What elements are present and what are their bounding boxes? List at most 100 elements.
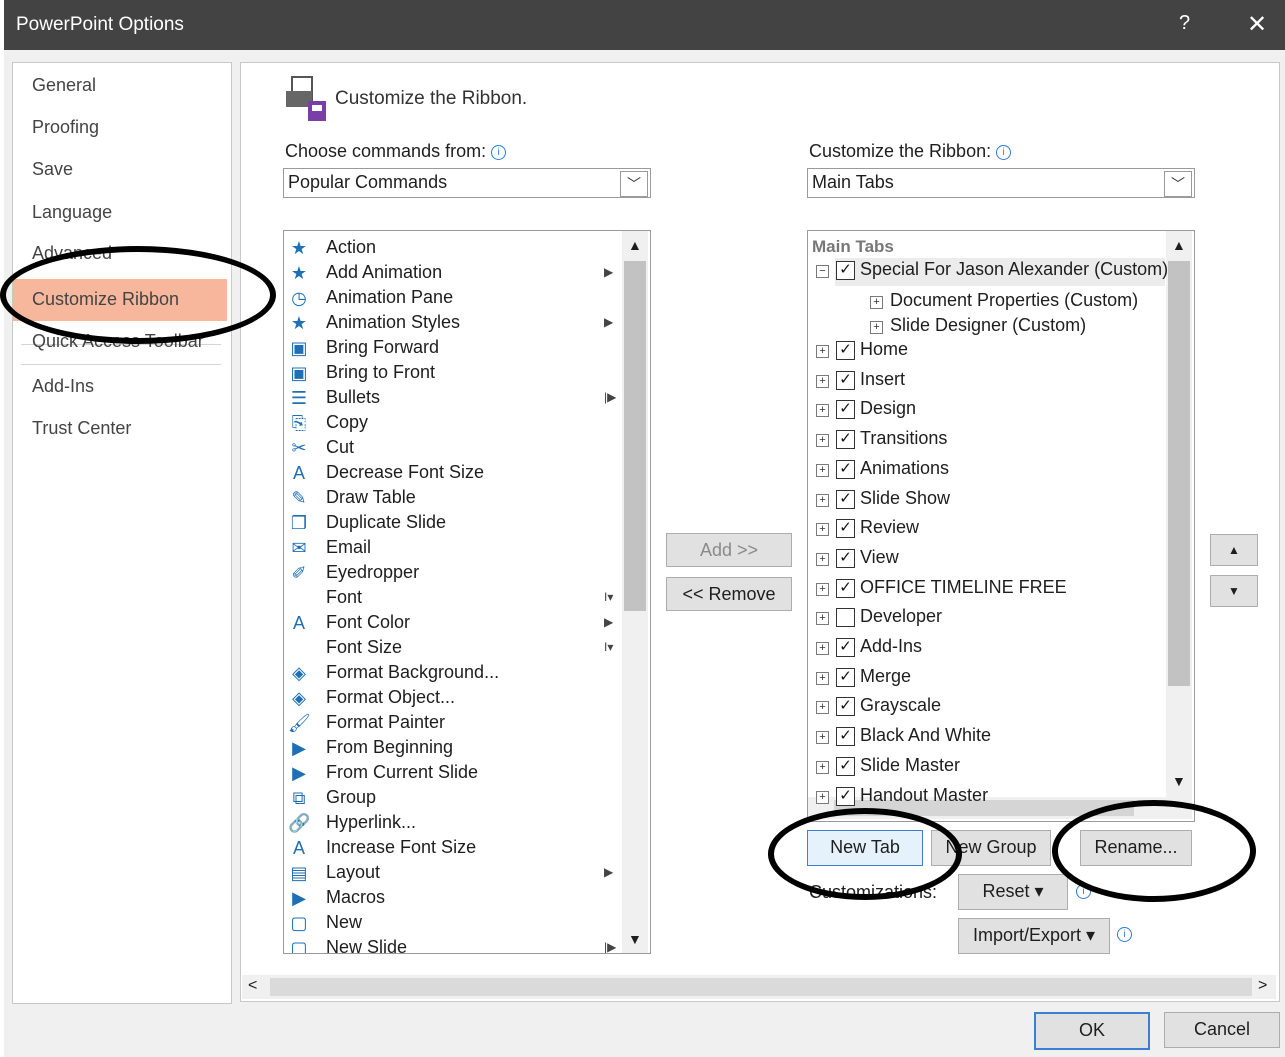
expand-icon[interactable]: +: [816, 612, 829, 626]
commands-list[interactable]: ▲ ▼ ★ Action ★ Add Animation ▶ ◷ Animation Pan…: [283, 230, 651, 954]
tab-checkbox[interactable]: ✓: [836, 548, 855, 568]
move-down-button[interactable]: ▼: [1210, 575, 1258, 607]
tab-checkbox[interactable]: ✓: [836, 261, 855, 280]
nav-item-add-ins[interactable]: Add-Ins: [32, 376, 94, 397]
command-item[interactable]: Duplicate Slide: [326, 512, 446, 533]
tree-item-developer[interactable]: Developer: [860, 606, 942, 627]
command-item[interactable]: Format Painter: [326, 712, 445, 733]
tree-item-slide-master[interactable]: Slide Master: [860, 755, 960, 776]
nav-item-trust-center[interactable]: Trust Center: [32, 418, 131, 439]
expand-icon[interactable]: +: [816, 434, 829, 448]
expand-icon[interactable]: +: [816, 582, 829, 596]
tree-item-special-tab[interactable]: Special For Jason Alexander (Custom): [860, 259, 1168, 280]
tree-item-add-ins[interactable]: Add-Ins: [860, 636, 922, 657]
expand-icon[interactable]: +: [816, 463, 829, 477]
tab-checkbox[interactable]: ✓: [836, 697, 855, 717]
expand-icon[interactable]: +: [816, 552, 829, 566]
expand-icon[interactable]: +: [816, 374, 829, 388]
expand-icon[interactable]: +: [816, 493, 829, 507]
command-item[interactable]: Draw Table: [326, 487, 416, 508]
scroll-up-icon[interactable]: ▲: [1172, 237, 1186, 253]
nav-item-save[interactable]: Save: [32, 159, 73, 180]
main-hscroll-thumb[interactable]: [270, 978, 1252, 996]
tree-item-handout-master[interactable]: Handout Master: [860, 785, 988, 806]
tree-scrollbar[interactable]: ▲ ▼: [1166, 231, 1192, 797]
tree-item-view[interactable]: View: [860, 547, 899, 568]
tab-checkbox[interactable]: ✓: [836, 341, 855, 360]
command-item[interactable]: Format Background...: [326, 662, 499, 683]
tab-checkbox[interactable]: ✓: [836, 400, 855, 420]
command-item[interactable]: New Slide: [326, 937, 407, 953]
expand-icon[interactable]: +: [816, 760, 829, 774]
command-item[interactable]: Font Size: [326, 637, 402, 658]
tab-checkbox[interactable]: ✓: [836, 727, 855, 747]
command-item[interactable]: Macros: [326, 887, 385, 908]
expand-icon[interactable]: +: [870, 296, 883, 309]
scroll-down-icon[interactable]: ▼: [628, 931, 642, 947]
scroll-up-icon[interactable]: ▲: [628, 237, 642, 253]
close-button[interactable]: ✕: [1247, 10, 1267, 39]
tab-checkbox[interactable]: ✓: [836, 370, 855, 390]
tree-item-custom-group[interactable]: Slide Designer (Custom): [890, 315, 1086, 336]
command-item[interactable]: Bring Forward: [326, 337, 439, 358]
expand-icon[interactable]: +: [816, 345, 829, 358]
tab-checkbox[interactable]: ✓: [836, 519, 855, 539]
tab-checkbox[interactable]: ✓: [836, 667, 855, 687]
customize-ribbon-dropdown[interactable]: Main Tabs ﹀: [807, 168, 1195, 198]
tree-item-black-and-white[interactable]: Black And White: [860, 725, 991, 746]
command-item[interactable]: Copy: [326, 412, 368, 433]
expand-icon[interactable]: +: [816, 701, 829, 715]
expand-icon[interactable]: +: [870, 321, 883, 334]
expand-icon[interactable]: +: [816, 790, 829, 804]
tab-checkbox[interactable]: ✓: [836, 578, 855, 598]
tree-item-grayscale[interactable]: Grayscale: [860, 695, 941, 716]
tree-item-transitions[interactable]: Transitions: [860, 428, 947, 449]
tree-item-insert[interactable]: Insert: [860, 369, 905, 390]
command-item[interactable]: From Beginning: [326, 737, 453, 758]
command-item[interactable]: Format Object...: [326, 687, 455, 708]
tree-item-review[interactable]: Review: [860, 517, 919, 538]
expand-icon[interactable]: +: [816, 671, 829, 685]
scroll-left-icon[interactable]: <: [248, 977, 257, 995]
tab-checkbox[interactable]: [836, 608, 855, 628]
command-item[interactable]: Bullets: [326, 387, 380, 408]
tree-item-merge[interactable]: Merge: [860, 666, 911, 687]
add-button[interactable]: Add >>: [666, 533, 792, 567]
command-item[interactable]: Action: [326, 237, 376, 258]
command-item[interactable]: Email: [326, 537, 371, 558]
main-hscrollbar[interactable]: < >: [242, 975, 1276, 999]
command-item[interactable]: Bring to Front: [326, 362, 435, 383]
ribbon-tree[interactable]: Main Tabs ▲ ▼ − ✓ Special For Jason Alexan…: [807, 230, 1195, 822]
command-item[interactable]: Decrease Font Size: [326, 462, 484, 483]
command-item[interactable]: Group: [326, 787, 376, 808]
scroll-right-icon[interactable]: >: [1258, 977, 1267, 995]
tree-item-design[interactable]: Design: [860, 398, 916, 419]
commands-scrollbar[interactable]: ▲ ▼: [622, 231, 648, 953]
tree-item-animations[interactable]: Animations: [860, 458, 949, 479]
tree-item-custom-group[interactable]: Document Properties (Custom): [890, 290, 1138, 311]
command-item[interactable]: Cut: [326, 437, 354, 458]
tree-item-office-timeline-free[interactable]: OFFICE TIMELINE FREE: [860, 577, 1067, 598]
commands-scroll-thumb[interactable]: [624, 261, 646, 611]
tab-checkbox[interactable]: ✓: [836, 489, 855, 509]
reset-button[interactable]: Reset ▾: [958, 874, 1068, 910]
tree-scroll-thumb[interactable]: [1168, 261, 1190, 686]
command-item[interactable]: Increase Font Size: [326, 837, 476, 858]
tab-checkbox[interactable]: ✓: [836, 430, 855, 450]
expand-icon[interactable]: +: [816, 523, 829, 537]
command-item[interactable]: New: [326, 912, 362, 933]
command-item[interactable]: Animation Pane: [326, 287, 453, 308]
help-button[interactable]: ?: [1179, 12, 1190, 35]
expand-icon[interactable]: +: [816, 731, 829, 745]
remove-button[interactable]: << Remove: [666, 577, 792, 611]
expand-icon[interactable]: +: [816, 404, 829, 418]
tab-checkbox[interactable]: ✓: [836, 786, 855, 806]
command-item[interactable]: Font Color: [326, 612, 410, 633]
nav-item-language[interactable]: Language: [32, 202, 112, 223]
nav-item-proofing[interactable]: Proofing: [32, 117, 99, 138]
move-up-button[interactable]: ▲: [1210, 534, 1258, 566]
scroll-down-icon[interactable]: ▼: [1172, 773, 1186, 789]
command-item[interactable]: Font: [326, 587, 362, 608]
command-item[interactable]: Layout: [326, 862, 380, 883]
tab-checkbox[interactable]: ✓: [836, 459, 855, 479]
